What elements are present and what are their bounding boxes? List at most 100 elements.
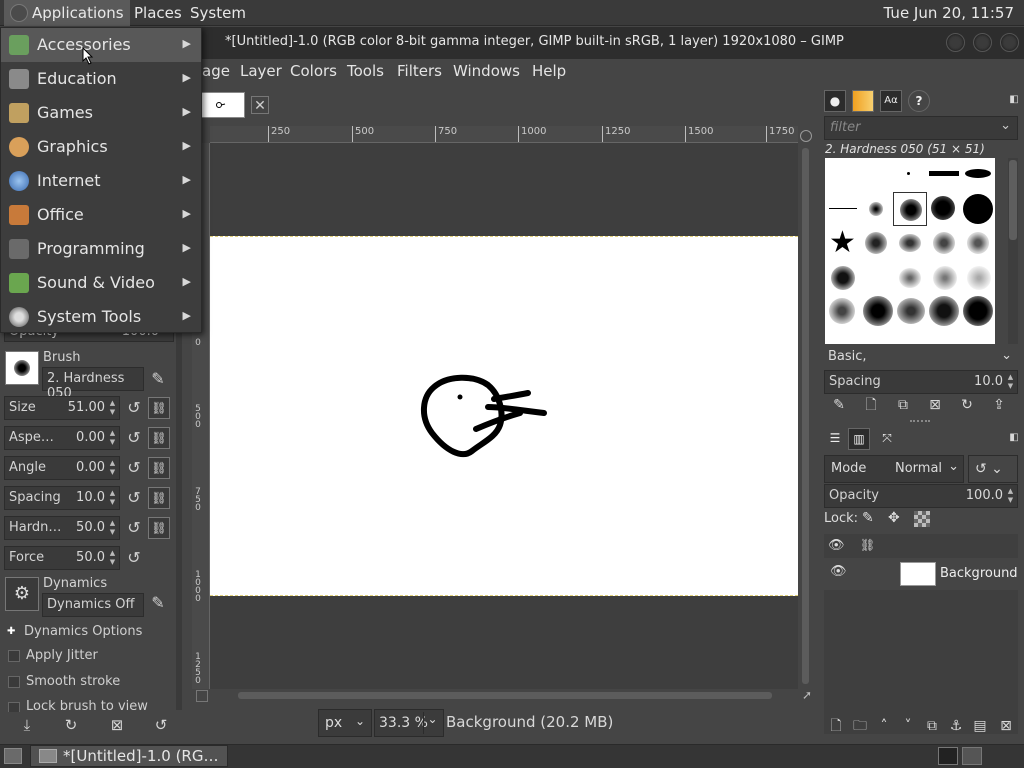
size-slider[interactable]: Size 51.00 ▲ ▼ — [4, 396, 120, 420]
maximize-button[interactable] — [973, 33, 992, 52]
mode-switch-combo[interactable]: ↺ ⌄ — [968, 455, 1018, 483]
spin-arrows-icon[interactable]: ▲ ▼ — [108, 489, 117, 507]
visibility-eye-icon[interactable]: 👁 — [830, 564, 847, 579]
layer-thumbnail[interactable] — [900, 562, 936, 586]
reset-size-icon[interactable]: ↺ — [124, 398, 144, 418]
brush-item-star[interactable]: ★ — [829, 228, 856, 258]
brush-item[interactable] — [907, 172, 910, 175]
brush-item[interactable] — [963, 296, 993, 326]
layer-mode-combo[interactable]: Mode Normal ⌄ — [824, 455, 964, 483]
close-window-button[interactable] — [1000, 33, 1019, 52]
system-menu-button[interactable]: System — [184, 0, 252, 26]
spin-arrows-icon[interactable]: ▲ ▼ — [1006, 373, 1015, 391]
show-desktop-icon[interactable] — [4, 748, 22, 764]
menu-system-tools[interactable]: System Tools ▶ — [1, 300, 201, 334]
angle-slider[interactable]: Angle 0.00 ▲ ▼ — [4, 456, 120, 480]
brush-item[interactable] — [829, 208, 857, 209]
reset-aspect-icon[interactable]: ↺ — [124, 428, 144, 448]
dock-menu-icon[interactable]: ◧ — [1004, 428, 1024, 448]
menu-accessories[interactable]: Accessories ▶ — [1, 28, 201, 62]
brush-item[interactable] — [897, 298, 925, 324]
lock-brush-label[interactable]: Lock brush to view — [26, 699, 148, 712]
lock-position-icon[interactable]: ✥ — [888, 510, 900, 526]
layer-mask-icon[interactable]: ▤ — [970, 716, 990, 736]
brush-item[interactable] — [933, 232, 955, 254]
brush-grid[interactable]: ★ — [825, 158, 995, 344]
horizontal-ruler[interactable]: 250 500 750 1000 1250 1500 1750 — [210, 126, 798, 143]
brush-item[interactable] — [967, 232, 989, 254]
minimize-button[interactable] — [946, 33, 965, 52]
close-tab-icon[interactable]: ✕ — [251, 96, 269, 114]
quick-mask-toggle[interactable] — [196, 690, 208, 702]
link-hardness-icon[interactable]: ⛓ — [148, 517, 170, 539]
menu-windows[interactable]: Windows — [453, 62, 520, 80]
lock-alpha-icon[interactable] — [914, 511, 930, 527]
dynamics-preview-icon[interactable]: ⚙ — [5, 577, 39, 611]
lock-pixels-icon[interactable]: ✎ — [862, 510, 874, 526]
unit-selector[interactable]: px ⌄ — [318, 709, 372, 737]
menu-education[interactable]: Education ▶ — [1, 62, 201, 96]
brush-item[interactable] — [933, 266, 957, 290]
spin-arrows-icon[interactable]: ▲ ▼ — [108, 399, 117, 417]
aspect-slider[interactable]: Aspe… 0.00 ▲ ▼ — [4, 426, 120, 450]
brush-item[interactable] — [963, 194, 993, 224]
spacing-slider[interactable]: Spacing 10.0 ▲ ▼ — [4, 486, 120, 510]
navigate-icon[interactable]: ➚ — [800, 688, 814, 702]
tool-options-scrollbar[interactable] — [176, 330, 182, 710]
places-menu-button[interactable]: Places — [128, 0, 188, 26]
brush-item[interactable] — [965, 169, 991, 178]
brush-item[interactable] — [899, 234, 921, 252]
brush-tag-combo[interactable]: Basic, ⌄ — [824, 347, 1018, 369]
spin-arrows-icon[interactable]: ▲ ▼ — [108, 519, 117, 537]
menu-colors[interactable]: Colors — [290, 62, 337, 80]
dynamics-name-field[interactable]: Dynamics Off — [42, 593, 144, 617]
brush-filter-input[interactable]: filter ⌄ — [824, 116, 1018, 140]
delete-brush-icon[interactable]: ⊠ — [925, 395, 945, 415]
image-tab-thumbnail[interactable] — [200, 92, 245, 118]
menu-games[interactable]: Games ▶ — [1, 96, 201, 130]
brush-item[interactable] — [831, 266, 855, 290]
zoom-selector[interactable]: 33.3 % ⌄ — [374, 709, 444, 737]
edit-dynamics-icon[interactable]: ✎ — [148, 593, 168, 613]
brush-item[interactable] — [863, 296, 893, 326]
menu-internet[interactable]: Internet ▶ — [1, 164, 201, 198]
spin-arrows-icon[interactable]: ▲ ▼ — [108, 429, 117, 447]
vertical-scroll-thumb[interactable] — [802, 148, 809, 684]
lock-brush-checkbox[interactable] — [8, 702, 20, 712]
delete-layer-icon[interactable]: ⊠ — [996, 716, 1016, 736]
edit-brush-icon[interactable]: ✎ — [148, 369, 168, 389]
reset-spacing-icon[interactable]: ↺ — [124, 488, 144, 508]
hardness-slider[interactable]: Hardn… 50.0 ▲ ▼ — [4, 516, 120, 540]
brush-item[interactable] — [929, 296, 959, 326]
link-aspect-icon[interactable]: ⛓ — [148, 427, 170, 449]
dock-separator[interactable] — [910, 420, 930, 423]
brush-item[interactable] — [865, 232, 887, 254]
applications-menu-button[interactable]: Applications — [4, 0, 130, 26]
dock-menu-icon[interactable]: ◧ — [1004, 90, 1024, 110]
open-brush-as-image-icon[interactable]: ⇪ — [989, 395, 1009, 415]
new-brush-icon[interactable]: 🗋 — [861, 395, 881, 415]
raise-layer-icon[interactable]: ˄ — [874, 716, 894, 736]
lower-layer-icon[interactable]: ˅ — [898, 716, 918, 736]
brush-spacing-slider[interactable]: Spacing 10.0 ▲ ▼ — [824, 370, 1018, 394]
reset-hardness-icon[interactable]: ↺ — [124, 518, 144, 538]
menu-sound-video[interactable]: Sound & Video ▶ — [1, 266, 201, 300]
layers-tab-icon[interactable]: ☰ — [824, 428, 846, 450]
horizontal-scroll-thumb[interactable] — [238, 692, 772, 699]
menu-help[interactable]: Help — [532, 62, 566, 80]
spin-arrows-icon[interactable]: ▲ ▼ — [1006, 487, 1015, 505]
menu-graphics[interactable]: Graphics ▶ — [1, 130, 201, 164]
layer-name[interactable]: Background — [940, 566, 1018, 581]
fonts-tab-icon[interactable]: Aα — [880, 90, 902, 112]
expander-icon[interactable]: ✚ — [7, 626, 15, 637]
force-slider[interactable]: Force 50.0 ▲ ▼ — [4, 546, 120, 570]
brush-item[interactable] — [931, 196, 955, 220]
save-options-icon[interactable]: ⤓ — [16, 714, 38, 736]
menu-image[interactable]: age — [202, 62, 230, 80]
brushes-tab-icon[interactable]: ● — [824, 90, 846, 112]
workspace-2-icon[interactable] — [962, 747, 982, 765]
reset-options-icon[interactable]: ↺ — [150, 714, 172, 736]
brush-item[interactable] — [899, 268, 921, 288]
menu-tools[interactable]: Tools — [347, 62, 384, 80]
brush-item[interactable] — [829, 298, 855, 324]
